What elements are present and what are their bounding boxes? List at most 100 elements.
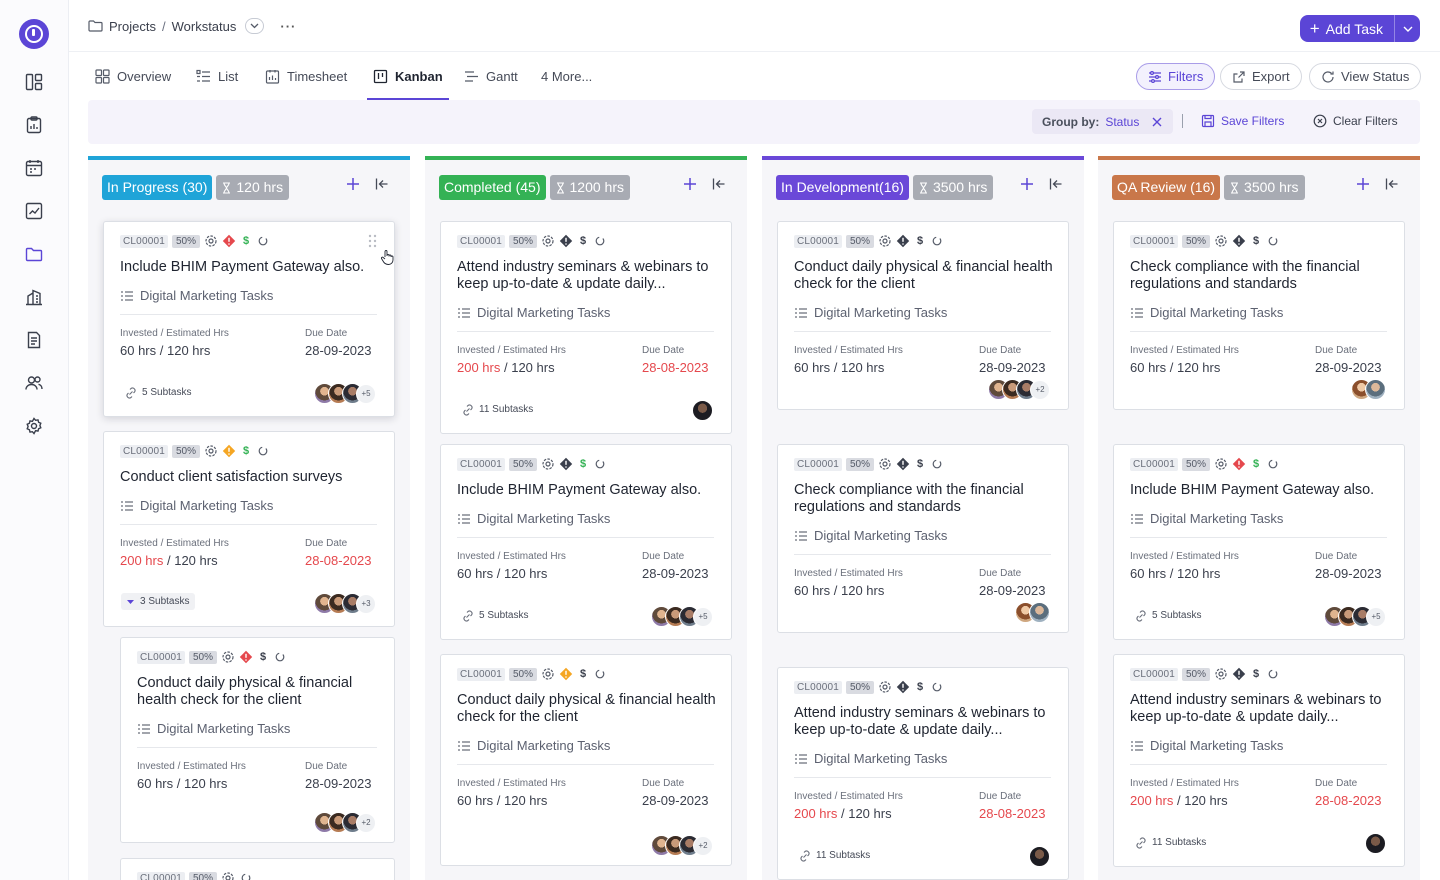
- priority-diamond-icon[interactable]: [896, 234, 910, 248]
- task-card[interactable]: CL00001 50% $ Attend industry seminars & we…: [777, 667, 1069, 880]
- task-title[interactable]: Include BHIM Payment Gateway also.: [120, 259, 380, 276]
- assignee-avatars[interactable]: +5: [651, 606, 713, 627]
- remove-group-by-close-icon[interactable]: [1151, 116, 1163, 128]
- analytics-chart-icon[interactable]: [24, 201, 44, 221]
- breadcrumb-projects[interactable]: Projects: [109, 19, 156, 34]
- task-card[interactable]: CL00001 50% $ Include BHIM Payment Gateway …: [1113, 444, 1405, 640]
- task-title[interactable]: Check compliance with the financial regu…: [1130, 259, 1390, 293]
- filters-button[interactable]: Filters: [1136, 63, 1216, 90]
- collapse-column-icon[interactable]: [1046, 174, 1066, 194]
- collapse-column-icon[interactable]: [372, 174, 392, 194]
- avatar[interactable]: [1029, 602, 1050, 623]
- subtasks-toggle[interactable]: 5 Subtasks: [461, 609, 528, 622]
- tab-kanban[interactable]: Kanban: [367, 52, 449, 100]
- billable-dollar-icon[interactable]: $: [914, 458, 926, 470]
- task-title[interactable]: Include BHIM Payment Gateway also.: [1130, 482, 1390, 499]
- save-filters-button[interactable]: Save Filters: [1201, 114, 1284, 128]
- view-status-button[interactable]: View Status: [1309, 63, 1422, 90]
- assignee-avatars[interactable]: +2: [651, 835, 713, 856]
- assignee-avatars[interactable]: [1015, 602, 1050, 623]
- settings-gear-icon[interactable]: [878, 680, 892, 694]
- avatar[interactable]: [1365, 833, 1386, 854]
- billable-dollar-icon[interactable]: $: [1250, 458, 1262, 470]
- priority-diamond-icon[interactable]: [222, 444, 236, 458]
- subtasks-toggle[interactable]: 11 Subtasks: [1134, 836, 1206, 849]
- task-card[interactable]: CL00001 50% $ Conduct daily physical & fina…: [777, 221, 1069, 410]
- add-card-plus-icon[interactable]: [680, 174, 700, 194]
- task-card[interactable]: CL00001 50% $ Check compliance with the fin…: [777, 444, 1069, 633]
- team-users-icon[interactable]: [24, 373, 44, 393]
- task-title[interactable]: Include BHIM Payment Gateway also.: [457, 482, 717, 499]
- add-task-dropdown-chevron-icon[interactable]: [1394, 15, 1420, 42]
- billable-dollar-icon[interactable]: $: [577, 668, 589, 680]
- add-task-button[interactable]: + Add Task: [1299, 15, 1420, 42]
- task-title[interactable]: Attend industry seminars & webinars to k…: [1130, 692, 1390, 726]
- subtasks-toggle[interactable]: 11 Subtasks: [798, 849, 870, 862]
- add-card-plus-icon[interactable]: [1017, 174, 1037, 194]
- reports-clipboard-icon[interactable]: [24, 115, 44, 135]
- avatar[interactable]: [1365, 379, 1386, 400]
- settings-gear-icon[interactable]: [1214, 234, 1228, 248]
- billable-dollar-icon[interactable]: $: [240, 445, 252, 457]
- task-title[interactable]: Conduct client satisfaction surveys: [120, 469, 380, 486]
- tab-timesheet[interactable]: Timesheet: [265, 52, 347, 100]
- task-card[interactable]: CL00001 50% $ Attend industry seminars & we…: [1113, 654, 1405, 867]
- priority-diamond-icon[interactable]: [559, 234, 573, 248]
- recurring-icon[interactable]: [239, 871, 253, 880]
- priority-diamond-icon[interactable]: [559, 667, 573, 681]
- billable-dollar-icon[interactable]: $: [1250, 235, 1262, 247]
- more-assignees-badge[interactable]: +2: [356, 812, 376, 833]
- billable-dollar-icon[interactable]: $: [240, 235, 252, 247]
- group-by-chip[interactable]: Group by: Status: [1032, 109, 1174, 134]
- task-card[interactable]: CL00001 50% $ Attend industry seminars & we…: [440, 221, 732, 434]
- priority-diamond-icon[interactable]: [239, 650, 253, 664]
- tab-list[interactable]: List: [196, 52, 238, 100]
- task-title[interactable]: Conduct daily physical & financial healt…: [137, 675, 380, 709]
- priority-diamond-icon[interactable]: [896, 457, 910, 471]
- recurring-icon[interactable]: [1266, 667, 1280, 681]
- calendar-icon[interactable]: [24, 158, 44, 178]
- app-logo[interactable]: [19, 19, 49, 49]
- settings-gear-icon[interactable]: [878, 234, 892, 248]
- recurring-icon[interactable]: [593, 457, 607, 471]
- task-title[interactable]: Attend industry seminars & webinars to k…: [794, 705, 1054, 739]
- subtasks-toggle[interactable]: 5 Subtasks: [1134, 609, 1201, 622]
- priority-diamond-icon[interactable]: [896, 680, 910, 694]
- recurring-icon[interactable]: [1266, 457, 1280, 471]
- dashboard-icon[interactable]: [24, 72, 44, 92]
- settings-gear-icon[interactable]: [204, 234, 218, 248]
- assignee-avatars[interactable]: [1029, 846, 1050, 867]
- priority-diamond-icon[interactable]: [1232, 234, 1246, 248]
- priority-diamond-icon[interactable]: [1232, 667, 1246, 681]
- more-options-icon[interactable]: ···: [280, 19, 296, 34]
- recurring-icon[interactable]: [930, 457, 944, 471]
- recurring-icon[interactable]: [256, 234, 270, 248]
- assignee-avatars[interactable]: [692, 400, 713, 421]
- collapse-column-icon[interactable]: [1382, 174, 1402, 194]
- subtasks-toggle[interactable]: 3 Subtasks: [121, 593, 196, 610]
- settings-gear-icon[interactable]: [204, 444, 218, 458]
- task-card[interactable]: CL00001 50% $ Include BHIM Payment Gateway …: [103, 221, 395, 417]
- recurring-icon[interactable]: [593, 234, 607, 248]
- avatar[interactable]: [1029, 846, 1050, 867]
- avatar[interactable]: [692, 400, 713, 421]
- add-card-plus-icon[interactable]: [343, 174, 363, 194]
- tab-overview[interactable]: Overview: [95, 52, 171, 100]
- clear-filters-button[interactable]: Clear Filters: [1313, 114, 1398, 128]
- billable-dollar-icon[interactable]: $: [257, 651, 269, 663]
- settings-gear-icon[interactable]: [541, 457, 555, 471]
- recurring-icon[interactable]: [256, 444, 270, 458]
- settings-gear-icon[interactable]: [541, 667, 555, 681]
- settings-gear-icon[interactable]: [24, 416, 44, 436]
- settings-gear-icon[interactable]: [1214, 457, 1228, 471]
- task-title[interactable]: Attend industry seminars & webinars to k…: [457, 259, 717, 293]
- more-assignees-badge[interactable]: +3: [356, 593, 376, 614]
- document-icon[interactable]: [24, 330, 44, 350]
- recurring-icon[interactable]: [593, 667, 607, 681]
- task-card[interactable]: CL00001 50% $ Conduct daily physical & fina…: [440, 654, 732, 866]
- more-assignees-badge[interactable]: +5: [1366, 606, 1386, 627]
- recurring-icon[interactable]: [930, 680, 944, 694]
- more-assignees-badge[interactable]: +2: [693, 835, 713, 856]
- collapse-column-icon[interactable]: [709, 174, 729, 194]
- assignee-avatars[interactable]: [1351, 379, 1386, 400]
